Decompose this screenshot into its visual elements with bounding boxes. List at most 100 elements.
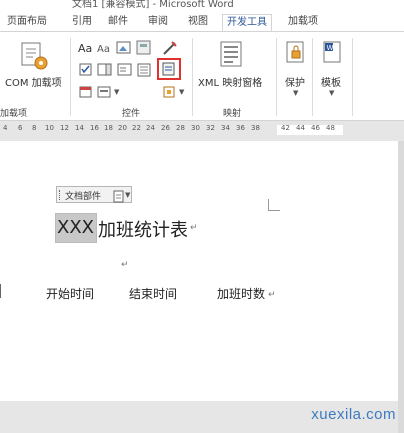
rich-text-control-button[interactable]: Aa: [77, 40, 95, 60]
table-border-line: [0, 284, 1, 298]
content-control-title: 文档部件: [65, 192, 102, 202]
date-picker-control-button[interactable]: [79, 84, 93, 103]
document-part-icon[interactable]: [113, 188, 125, 207]
mapping-group-label: 映射: [223, 109, 242, 119]
properties-button[interactable]: [137, 62, 153, 81]
site-watermark: xuexila.com: [311, 406, 396, 423]
drag-handle-icon[interactable]: [59, 190, 62, 200]
picture-icon: [116, 41, 131, 54]
tab-page-layout[interactable]: 页面布局: [5, 14, 49, 31]
table-header-overtime-hours[interactable]: 加班时数: [217, 285, 265, 302]
design-mode-button[interactable]: [162, 40, 178, 60]
tab-references[interactable]: 引用: [70, 14, 94, 31]
legacy-tools-icon: [136, 40, 151, 55]
ruler-tick: 26: [161, 124, 170, 132]
group-separator: [276, 38, 277, 116]
protect-button[interactable]: [285, 40, 307, 72]
repeating-section-control-button[interactable]: [97, 84, 115, 103]
document-heading[interactable]: 加班统计表: [98, 216, 188, 242]
tab-view[interactable]: 视图: [186, 14, 210, 31]
ruler-tick: 36: [236, 124, 245, 132]
properties-icon: [137, 63, 151, 77]
svg-text:W: W: [327, 44, 334, 52]
paragraph-mark-icon: ↵: [268, 290, 276, 300]
ruler-tick: 6: [18, 124, 23, 132]
repeating-section-dropdown-icon[interactable]: ▼: [114, 88, 119, 96]
picture-control-button[interactable]: [116, 40, 132, 60]
ruler-tick: 18: [104, 124, 113, 132]
group-separator: [70, 38, 71, 116]
com-addins-icon: [21, 42, 48, 70]
com-addins-label: COM 加载项: [5, 78, 62, 89]
ruler-tick: 14: [75, 124, 84, 132]
combo-box-control-button[interactable]: [97, 62, 113, 81]
template-icon: W: [323, 41, 341, 63]
design-mode-icon: [163, 41, 177, 55]
ruler-tick: 38: [251, 124, 260, 132]
checkbox-control-button[interactable]: [79, 62, 93, 81]
group-separator: [192, 38, 193, 116]
tab-review[interactable]: 审阅: [146, 14, 170, 31]
ruler-tick: 4: [3, 124, 8, 132]
dropdown-list-icon: [117, 63, 132, 76]
templates-dropdown-icon[interactable]: ▼: [329, 89, 334, 97]
xml-mapping-label: XML 映射窗格: [198, 78, 263, 89]
ruler-tick: 30: [191, 124, 200, 132]
protect-dropdown-icon[interactable]: ▼: [293, 89, 298, 97]
document-template-button[interactable]: W: [322, 40, 344, 72]
legacy-tools-button[interactable]: [136, 40, 152, 60]
content-control-tag[interactable]: 文档部件 ▼: [56, 186, 132, 203]
ruler-tick: 46: [311, 124, 320, 132]
dropdown-list-control-button[interactable]: [117, 62, 133, 81]
ruler-tick: 42: [281, 124, 290, 132]
tab-mailings[interactable]: 邮件: [106, 14, 130, 31]
templates-label: 模板: [321, 78, 341, 89]
xml-mapping-icon: [220, 41, 242, 67]
building-block-gallery-button[interactable]: [157, 58, 181, 80]
group-control-button[interactable]: [162, 84, 178, 103]
protect-document-icon: [286, 41, 304, 63]
svg-text:Aa: Aa: [97, 44, 110, 55]
repeating-section-icon: [97, 86, 111, 98]
ruler-tick: 16: [90, 124, 99, 132]
margin-corner-mark: [268, 199, 280, 211]
ruler-tick: 44: [296, 124, 305, 132]
group-control-dropdown-icon[interactable]: ▼: [179, 88, 184, 96]
document-page[interactable]: [0, 141, 398, 401]
protect-label: 保护: [285, 78, 305, 89]
com-addins-button[interactable]: [19, 41, 49, 75]
tab-developer[interactable]: 开发工具: [222, 14, 272, 31]
ruler-tick: 32: [206, 124, 215, 132]
window-title: 文档1 [兼容模式] - Microsoft Word: [72, 0, 234, 10]
ruler-tick: 28: [176, 124, 185, 132]
ruler-tick: 12: [60, 124, 69, 132]
xml-mapping-pane-button[interactable]: [219, 40, 245, 74]
svg-text:Aa: Aa: [78, 42, 92, 55]
ruler-tick: 22: [132, 124, 141, 132]
controls-group-label: 控件: [122, 109, 141, 119]
date-picker-icon: [79, 86, 92, 98]
content-control-dropdown-icon[interactable]: ▼: [125, 191, 130, 199]
rich-text-aa-icon: Aa: [78, 42, 92, 55]
ruler-tick: 20: [118, 124, 127, 132]
table-header-end-time[interactable]: 结束时间: [129, 285, 177, 302]
title-bar: 文档1 [兼容模式] - Microsoft Word: [0, 0, 404, 14]
checkbox-icon: [79, 63, 92, 76]
horizontal-ruler[interactable]: 4 6 8 10 12 14 16 18 20 22 24 26 28 30 3…: [0, 121, 404, 139]
table-header-start-time[interactable]: 开始时间: [46, 285, 94, 302]
ruler-tick: 8: [32, 124, 37, 132]
plain-text-aa-icon: Aa: [97, 44, 110, 55]
group-separator: [352, 38, 353, 116]
tab-addins[interactable]: 加载项: [286, 14, 320, 31]
ruler-tick: 34: [221, 124, 230, 132]
ruler-tick: 24: [146, 124, 155, 132]
combo-box-icon: [97, 63, 112, 76]
building-block-gallery-icon: [162, 62, 175, 76]
ribbon-tabs: 页面布局 引用 邮件 审阅 视图 开发工具 加载项: [0, 14, 404, 31]
paragraph-mark-icon: ↵: [121, 260, 129, 270]
plain-text-control-button[interactable]: Aa: [96, 40, 114, 60]
group-separator: [312, 38, 313, 116]
ribbon: COM 加载项 加载项 Aa Aa ▼ ▼ 控件 XML 映射窗格 映射 保护 …: [0, 31, 404, 121]
addins-group-label: 加载项: [0, 109, 28, 119]
content-control-placeholder[interactable]: XXX: [55, 213, 97, 243]
